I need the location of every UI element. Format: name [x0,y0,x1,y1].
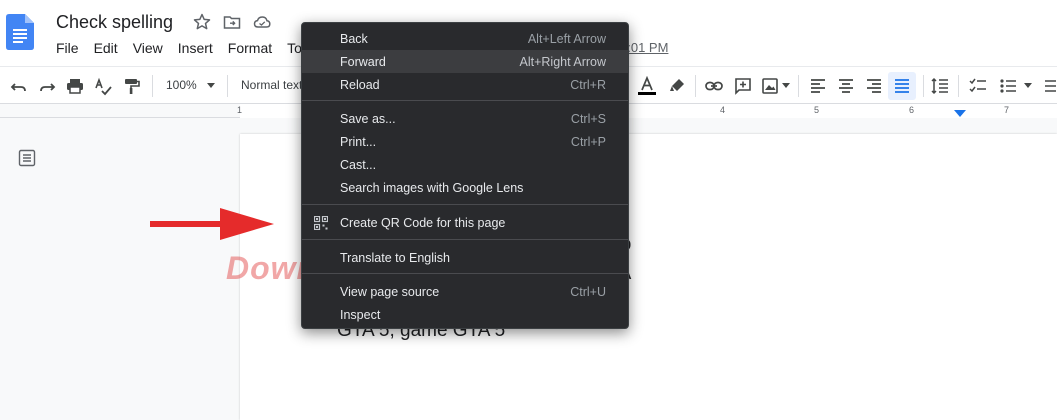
menu-file[interactable]: File [56,40,79,56]
menu-item-label: Reload [340,78,380,92]
list-dropdown-icon[interactable] [1024,83,1032,89]
menu-item-save-as[interactable]: Save as... Ctrl+S [302,107,628,130]
style-select[interactable]: Normal text [241,78,302,92]
numbered-list-icon[interactable] [1038,76,1057,96]
spellcheck-icon[interactable] [93,76,113,96]
justify-icon[interactable] [892,76,912,96]
menu-tools[interactable]: To [287,40,302,56]
align-right-icon[interactable] [864,76,884,96]
paint-format-icon[interactable] [121,76,141,96]
menu-item-translate[interactable]: Translate to English [302,246,628,269]
menu-item-reload[interactable]: Reload Ctrl+R [302,73,628,96]
ruler-number: 5 [814,105,820,115]
ruler-number: 4 [720,105,726,115]
bulleted-list-icon[interactable] [998,76,1018,96]
ruler-number: 7 [1004,105,1010,115]
google-docs-logo[interactable] [6,14,34,50]
menu-separator [302,273,628,274]
menu-item-shortcut: Alt+Left Arrow [527,32,606,46]
menu-item-back[interactable]: Back Alt+Left Arrow [302,27,628,50]
menu-item-print[interactable]: Print... Ctrl+P [302,130,628,153]
zoom-dropdown-icon[interactable] [207,83,215,89]
line-spacing-icon[interactable] [930,76,950,96]
image-dropdown-icon[interactable] [782,83,790,89]
insert-link-icon[interactable] [704,76,724,96]
redo-icon[interactable] [37,76,57,96]
insert-image-icon[interactable] [760,76,780,96]
menu-edit[interactable]: Edit [94,40,118,56]
ruler-number: 6 [909,105,915,115]
toolbar-divider [227,75,228,97]
add-comment-icon[interactable] [733,76,753,96]
menu-item-label: Translate to English [340,251,451,265]
menu-item-label: Forward [340,55,386,69]
red-pointer-arrow-icon [150,208,274,240]
menu-item-label: Back [340,32,368,46]
zoom-select[interactable]: 100% [166,78,197,92]
qr-code-icon [314,216,328,230]
cloud-status-icon[interactable] [253,13,271,31]
menu-item-label: Create QR Code for this page [340,216,506,230]
menu-item-view-source[interactable]: View page source Ctrl+U [302,280,628,303]
menu-separator [302,204,628,205]
checklist-icon[interactable] [968,76,988,96]
menu-item-cast[interactable]: Cast... [302,153,628,176]
menu-item-label: Search images with Google Lens [340,181,524,195]
menu-item-qr-code[interactable]: Create QR Code for this page [302,211,628,234]
toolbar-divider [695,75,696,97]
menu-item-shortcut: Ctrl+U [570,285,606,299]
menu-insert[interactable]: Insert [178,40,213,56]
menu-format[interactable]: Format [228,40,272,56]
highlight-color-icon[interactable] [667,76,687,96]
print-icon[interactable] [65,76,85,96]
menu-separator [302,239,628,240]
toolbar-divider [923,75,924,97]
menu-item-label: Save as... [340,112,396,126]
toolbar-divider [152,75,153,97]
toolbar-divider [798,75,799,97]
menu-item-forward[interactable]: Forward Alt+Right Arrow [302,50,628,73]
align-left-icon[interactable] [808,76,828,96]
menu-item-shortcut: Ctrl+S [570,112,606,126]
align-center-icon[interactable] [836,76,856,96]
menu-item-label: View page source [340,285,440,299]
menu-bar: File Edit View Insert Format To [56,40,317,56]
menu-item-label: Print... [340,135,377,149]
move-folder-icon[interactable] [223,13,241,31]
text-color-icon[interactable] [637,76,657,96]
undo-icon[interactable] [9,76,29,96]
menu-separator [302,100,628,101]
browser-context-menu: Back Alt+Left Arrow Forward Alt+Right Ar… [301,22,629,329]
menu-item-label: Cast... [340,158,377,172]
document-title[interactable]: Check spelling [56,12,173,33]
menu-item-inspect[interactable]: Inspect [302,303,628,326]
menu-item-shortcut: Ctrl+P [570,135,606,149]
menu-item-shortcut: Alt+Right Arrow [519,55,607,69]
document-outline-icon[interactable] [18,149,36,167]
menu-item-google-lens[interactable]: Search images with Google Lens [302,176,628,199]
star-icon[interactable] [193,13,211,31]
ruler-number: 1 [237,105,243,115]
menu-item-label: Inspect [340,308,381,322]
right-indent-marker[interactable] [954,110,966,118]
toolbar-divider [958,75,959,97]
menu-view[interactable]: View [133,40,163,56]
menu-item-shortcut: Ctrl+R [570,78,606,92]
